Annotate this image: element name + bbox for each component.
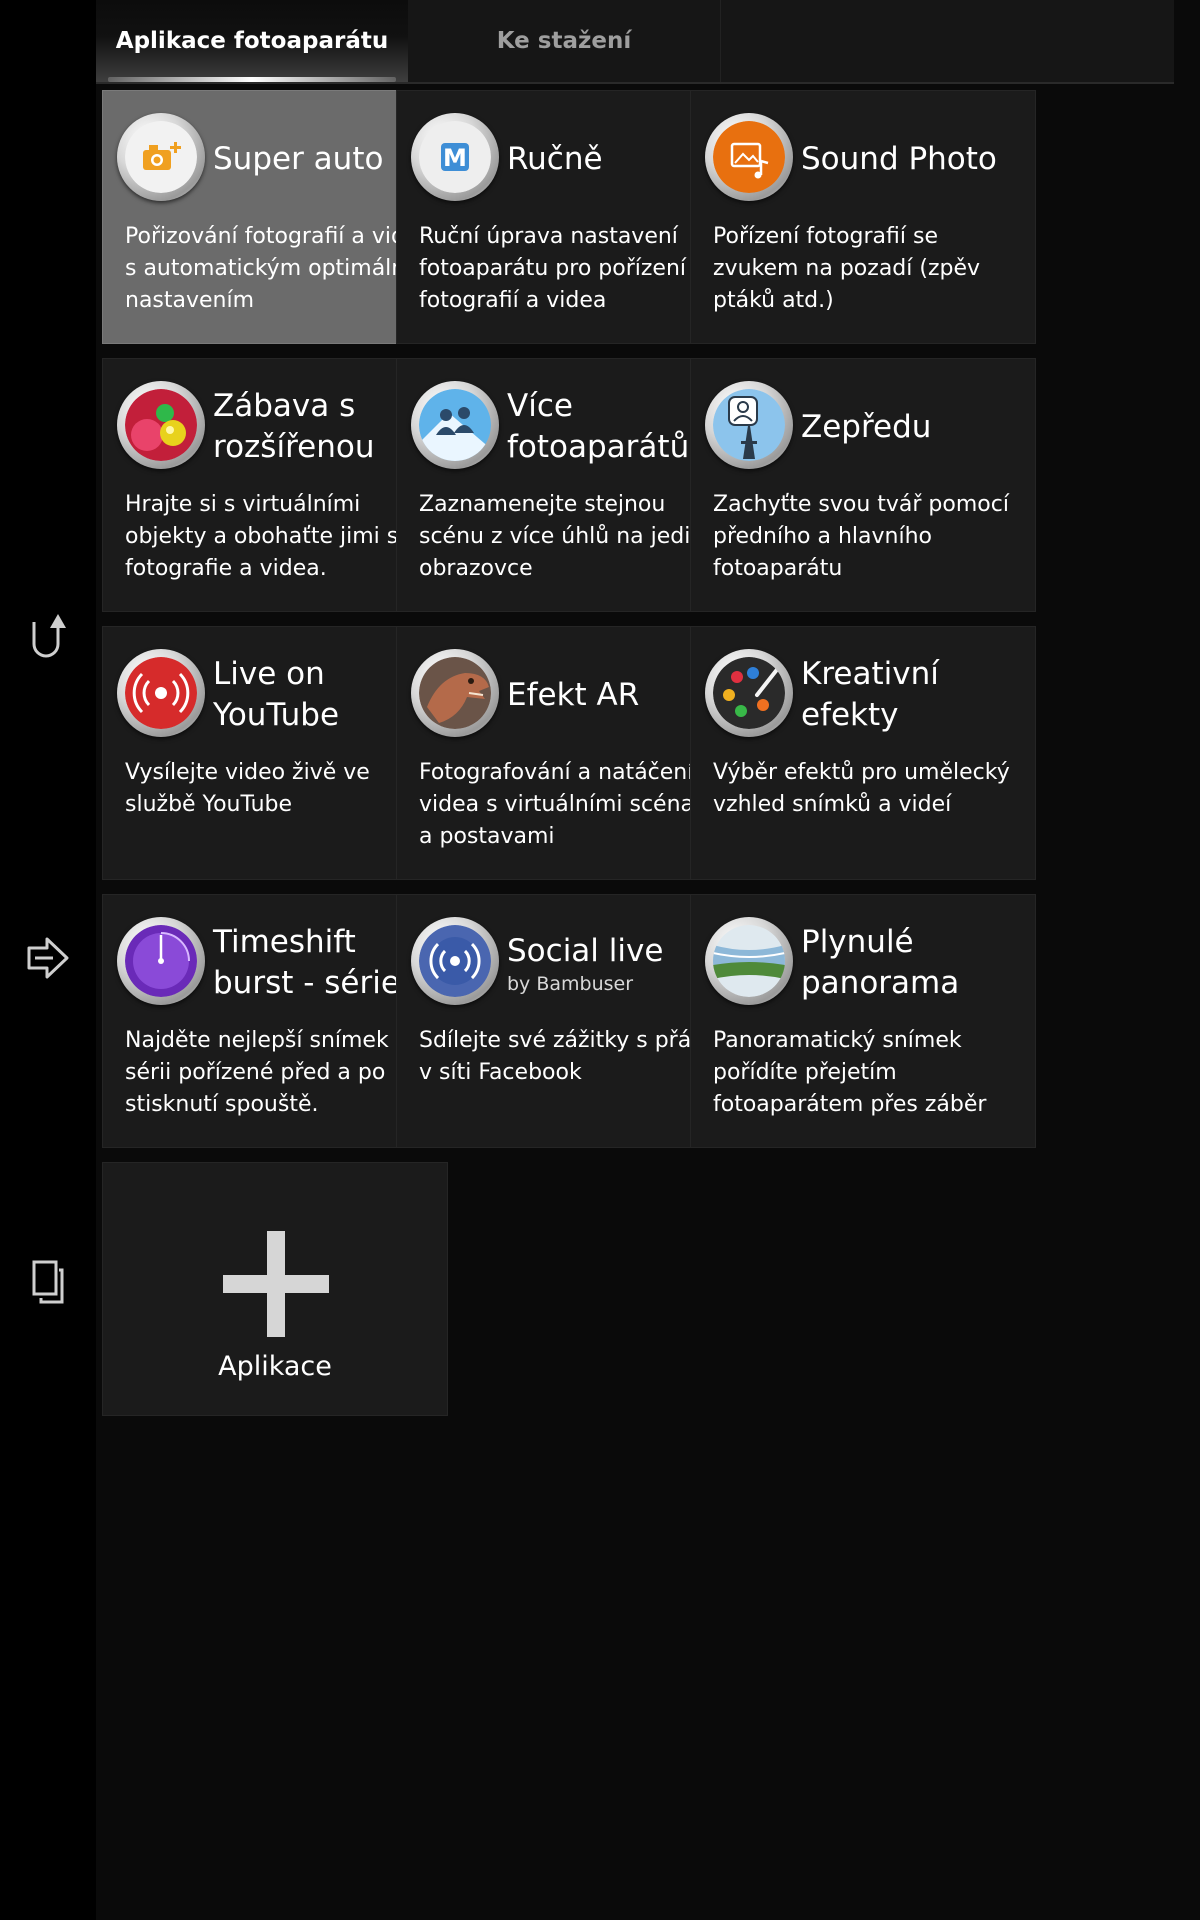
copy-button[interactable] bbox=[18, 1254, 78, 1314]
social-live-icon bbox=[411, 917, 499, 1005]
clock-burst-icon bbox=[117, 917, 205, 1005]
undo-icon bbox=[28, 610, 68, 666]
dinosaur-icon bbox=[411, 649, 499, 737]
manual-m-icon: M bbox=[411, 113, 499, 201]
share-button[interactable] bbox=[18, 930, 78, 990]
copy-icon bbox=[30, 1258, 66, 1310]
face-in-icon bbox=[705, 381, 793, 469]
live-broadcast-icon bbox=[117, 649, 205, 737]
app-tile-face-in[interactable]: Zepředu Zachyťte svou tvář pomocí předníh… bbox=[690, 358, 1036, 612]
tab-downloads[interactable]: Ke stažení bbox=[408, 0, 721, 82]
multi-camera-icon bbox=[411, 381, 499, 469]
tab-bar: Aplikace fotoaparátu Ke stažení bbox=[96, 0, 1174, 84]
app-description: Hrajte si s virtuálními objekty a obohať… bbox=[125, 492, 425, 581]
app-title-text: Sound Photo bbox=[801, 140, 997, 177]
camera-apps-panel: Aplikace fotoaparátu Ke stažení Super au… bbox=[96, 0, 1200, 1920]
tab-camera-apps[interactable]: Aplikace fotoaparátu bbox=[96, 0, 408, 82]
app-description: Zachyťte svou tvář pomocí předního a hla… bbox=[713, 492, 1009, 581]
app-description: Panoramatický snímek pořídíte přejetím f… bbox=[713, 1028, 987, 1117]
app-description: Fotografování a natáčení videa s virtuál… bbox=[419, 760, 722, 849]
app-description: Ruční úprava nastavení fotoaparátu pro p… bbox=[419, 224, 687, 313]
app-title: Sound Photo bbox=[801, 111, 1029, 207]
left-rail bbox=[0, 0, 96, 1920]
add-apps-tile[interactable]: Aplikace bbox=[102, 1162, 448, 1416]
app-description: Výběr efektů pro umělecký vzhled snímků … bbox=[713, 760, 1010, 817]
add-apps-label: Aplikace bbox=[218, 1351, 332, 1382]
panorama-icon bbox=[705, 917, 793, 1005]
ar-fun-icon bbox=[117, 381, 205, 469]
plus-icon bbox=[223, 1231, 329, 1337]
share-arrow-icon bbox=[25, 935, 71, 985]
app-title-text: Kreativní efekty bbox=[801, 656, 939, 733]
app-tile-palette[interactable]: Kreativní efekty Výběr efektů pro uměleck… bbox=[690, 626, 1036, 880]
app-description: Najděte nejlepší snímek v sérii pořízené… bbox=[125, 1028, 409, 1117]
camera-plus-icon bbox=[117, 113, 205, 201]
app-description: Vysílejte video živě ve službě YouTube bbox=[125, 760, 370, 817]
svg-text:M: M bbox=[443, 144, 467, 172]
app-description: Sdílejte své zážitky s přáteli v síti Fa… bbox=[419, 1028, 726, 1085]
app-title: Kreativní efekty bbox=[801, 647, 1029, 743]
app-tile-panorama[interactable]: Plynulé panorama Panoramatický snímek poř… bbox=[690, 894, 1036, 1148]
undo-button[interactable] bbox=[18, 608, 78, 668]
app-title-text: Plynulé panorama bbox=[801, 924, 960, 1001]
app-tile-sound-photo[interactable]: Sound Photo Pořízení fotografií se zvukem… bbox=[690, 90, 1036, 344]
screen: Aplikace fotoaparátu Ke stažení Super au… bbox=[0, 0, 1200, 1920]
app-title: Plynulé panorama bbox=[801, 915, 1029, 1011]
app-description: Zaznamenejte stejnou scénu z více úhlů n… bbox=[419, 492, 718, 581]
app-description: Pořízení fotografií se zvukem na pozadí … bbox=[713, 224, 981, 313]
app-title: Zepředu bbox=[801, 379, 1029, 475]
palette-icon bbox=[705, 649, 793, 737]
sound-photo-icon bbox=[705, 113, 793, 201]
app-description: Pořizování fotografií a videa s automati… bbox=[125, 224, 433, 313]
app-title-text: Zepředu bbox=[801, 408, 932, 445]
